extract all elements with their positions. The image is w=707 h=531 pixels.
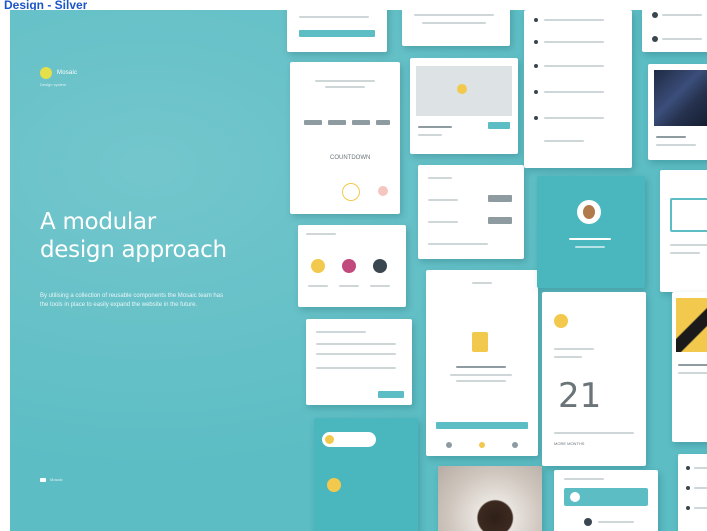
claim-button[interactable] xyxy=(436,422,528,429)
list-bullet-icon xyxy=(686,506,690,510)
play-icon[interactable] xyxy=(570,492,580,502)
calendar-day: 21 xyxy=(558,376,602,416)
brand-tagline: Design system xyxy=(40,82,67,87)
star-icon[interactable] xyxy=(479,442,485,448)
user-icon xyxy=(584,518,592,526)
card-list xyxy=(524,10,632,168)
card-top-right xyxy=(642,10,707,52)
card-list-bottom xyxy=(678,454,707,531)
home-icon[interactable] xyxy=(446,442,452,448)
card-profile xyxy=(537,176,645,288)
list-bullet-icon xyxy=(686,486,690,490)
brand-logo: Mosaic xyxy=(40,67,77,79)
hero-headline: A modular design approach xyxy=(40,209,227,263)
card-settings xyxy=(554,470,658,531)
card-gallery xyxy=(648,64,707,160)
sun-icon xyxy=(325,435,334,444)
card-coffee-photo xyxy=(438,466,542,531)
buy-button[interactable] xyxy=(488,122,510,129)
card-form xyxy=(306,319,412,405)
avatar xyxy=(373,259,387,273)
card-action-button[interactable] xyxy=(299,30,375,37)
card-top-button xyxy=(287,10,387,52)
heart-icon xyxy=(378,186,388,196)
list-bullet-icon xyxy=(534,116,538,120)
countdown-badge-icon xyxy=(342,183,360,201)
card-poster xyxy=(672,292,707,442)
footer: Mosaic xyxy=(40,477,63,482)
card-avatars xyxy=(298,225,406,307)
list-bullet-icon xyxy=(534,90,538,94)
hero-body: By utilising a collection of reusable co… xyxy=(40,293,224,308)
card-product xyxy=(410,58,518,154)
trophy-badge-icon xyxy=(554,314,568,328)
card-top-text xyxy=(402,10,510,46)
list-bullet-icon xyxy=(686,466,690,470)
brand-mark-icon xyxy=(40,67,52,79)
gallery-photo xyxy=(654,70,707,126)
card-toggles xyxy=(418,165,524,259)
countdown-label: COUNTDOWN xyxy=(330,155,371,161)
product-icon xyxy=(457,84,467,94)
brand-name: Mosaic xyxy=(57,70,78,76)
footer-logo-icon xyxy=(40,477,46,482)
footer-text: Mosaic xyxy=(50,477,63,482)
avatar xyxy=(311,259,325,273)
submit-button[interactable] xyxy=(378,391,404,398)
trophy-icon xyxy=(472,332,488,352)
coffee-photo xyxy=(438,466,542,531)
menu-icon[interactable] xyxy=(512,442,518,448)
card-weather xyxy=(314,418,418,531)
card-calendar: 21 MORE MONTHS xyxy=(542,292,646,466)
calendar-footer[interactable]: MORE MONTHS xyxy=(554,441,584,446)
user-icon xyxy=(652,36,658,42)
lock-icon xyxy=(670,198,707,232)
design-board: Mosaic Design system A modular design ap… xyxy=(10,10,707,531)
profile-face-icon xyxy=(583,205,595,219)
card-reward xyxy=(426,270,538,456)
card-security xyxy=(660,170,707,292)
list-bullet-icon xyxy=(534,40,538,44)
poster-photo xyxy=(676,298,707,352)
card-countdown: COUNTDOWN xyxy=(290,62,400,214)
weather-badge-icon xyxy=(327,478,341,492)
user-icon xyxy=(652,12,658,18)
list-bullet-icon xyxy=(534,18,538,22)
list-bullet-icon xyxy=(534,64,538,68)
avatar xyxy=(342,259,356,273)
